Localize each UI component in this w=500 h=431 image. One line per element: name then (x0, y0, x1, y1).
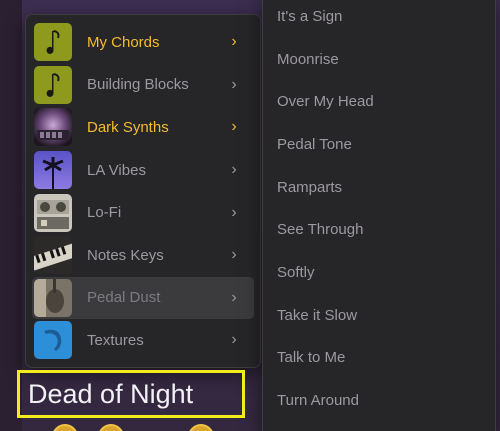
submenu-item[interactable]: Ramparts (263, 166, 495, 209)
chevron-right-icon: › (231, 75, 237, 93)
preset-category-menu: My Chords › Building Blocks › Dark Synth… (25, 14, 261, 368)
menu-item-label: Building Blocks (87, 76, 189, 94)
synth-image-icon (34, 108, 72, 147)
menu-item-label: LA Vibes (87, 161, 146, 179)
note-icon (34, 23, 72, 62)
menu-item-la-vibes[interactable]: LA Vibes › (32, 149, 254, 192)
submenu-item[interactable]: See Through (263, 208, 495, 251)
menu-item-label: Textures (87, 331, 144, 349)
chevron-right-icon: › (231, 203, 237, 221)
submenu-item[interactable]: Turn Around (263, 379, 495, 422)
menu-item-label: Pedal Dust (87, 289, 161, 307)
menu-item-label: Notes Keys (87, 246, 164, 264)
left-edge-strip (0, 0, 22, 431)
chevron-right-icon: › (231, 118, 237, 136)
submenu-item[interactable]: Softly (263, 251, 495, 294)
chevron-right-icon: › (231, 288, 237, 306)
guitar-icon (34, 278, 72, 317)
preset-submenu: It's a Sign Moonrise Over My Head Pedal … (262, 0, 496, 431)
chevron-right-icon: › (231, 33, 237, 51)
menu-item-label: Lo-Fi (87, 204, 122, 222)
menu-item-lo-fi[interactable]: Lo-Fi › (32, 191, 254, 234)
chevron-right-icon: › (231, 161, 237, 179)
chevron-right-icon: › (231, 331, 237, 349)
menu-item-building-blocks[interactable]: Building Blocks › (32, 64, 254, 107)
note-icon (34, 321, 72, 360)
submenu-item[interactable]: Over My Head (263, 80, 495, 123)
menu-item-pedal-dust[interactable]: Pedal Dust › (32, 276, 254, 320)
submenu-item[interactable]: Talk to Me (263, 337, 495, 380)
menu-item-notes-keys[interactable]: Notes Keys › (32, 234, 254, 277)
submenu-item[interactable]: Moonrise (263, 38, 495, 81)
menu-item-dark-synths[interactable]: Dark Synths › (32, 106, 254, 149)
piano-keys-icon (34, 236, 72, 275)
palm-tree-icon (34, 151, 72, 190)
submenu-item[interactable]: It's a Sign (263, 0, 495, 38)
menu-item-my-chords[interactable]: My Chords › (32, 21, 254, 64)
submenu-item[interactable]: Pedal Tone (263, 123, 495, 166)
chevron-right-icon: › (231, 246, 237, 264)
preset-title[interactable]: Dead of Night (28, 379, 193, 410)
tape-machine-icon (34, 193, 72, 232)
preset-title-highlight: Dead of Night (17, 370, 245, 418)
note-icon (34, 65, 72, 104)
submenu-item[interactable]: Take it Slow (263, 294, 495, 337)
menu-item-label: Dark Synths (87, 118, 169, 136)
menu-item-textures[interactable]: Textures › (32, 319, 254, 362)
menu-item-label: My Chords (87, 33, 160, 51)
